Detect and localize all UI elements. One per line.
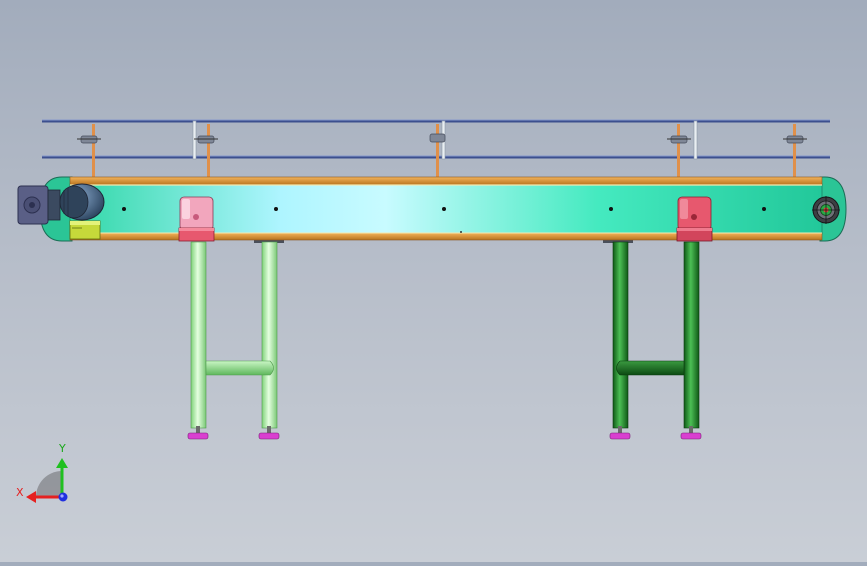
rail-bracket (77, 124, 101, 180)
rail-bracket (667, 124, 691, 180)
axis-triad (26, 458, 68, 503)
left-leg-stand (187, 238, 284, 440)
conveyor-model (17, 119, 847, 503)
conveyor-frame (39, 176, 847, 242)
leg-mount-block (676, 196, 713, 242)
right-leg-stand (603, 238, 702, 440)
cad-viewport[interactable]: Y X (0, 0, 867, 562)
belt-top-edge (69, 176, 823, 186)
y-axis-label: Y (59, 442, 66, 455)
leg-mount-block (178, 196, 215, 242)
rail-bracket (194, 124, 218, 180)
x-axis-label: X (16, 486, 24, 499)
